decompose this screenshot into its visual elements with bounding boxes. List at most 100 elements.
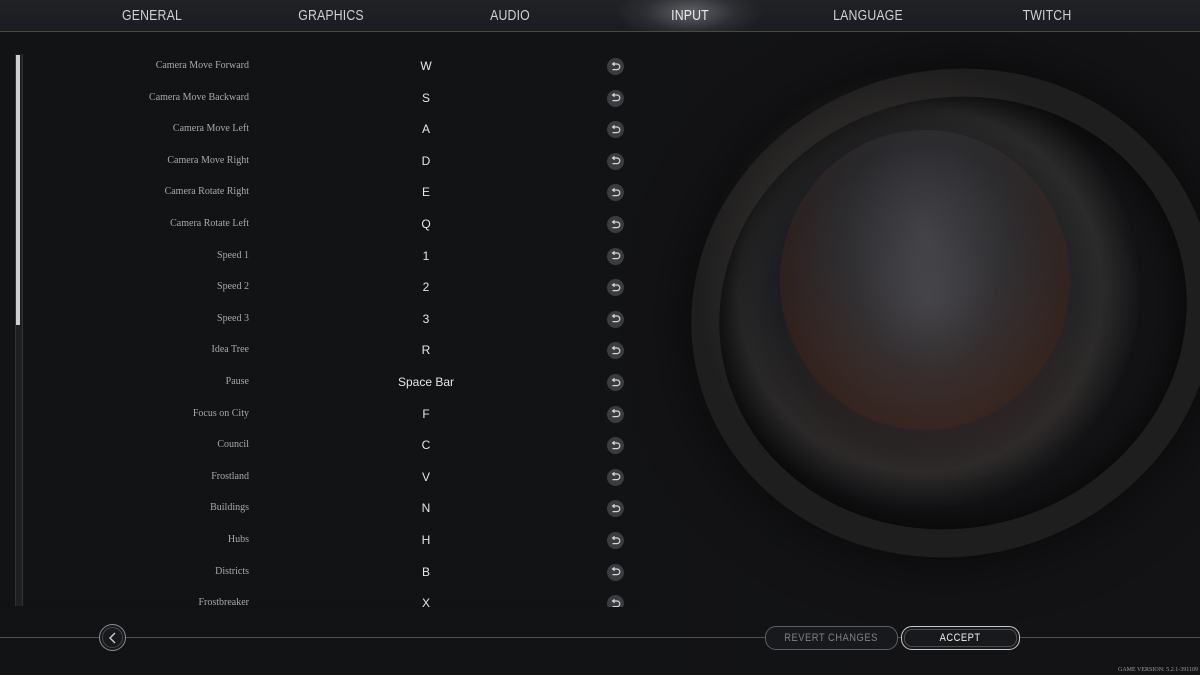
undo-arrow-icon (611, 440, 621, 449)
revert-changes-label: REVERT CHANGES (784, 632, 879, 644)
footer-divider (0, 637, 1200, 638)
keybind-action-label: Pause (225, 376, 249, 387)
keybind-row: Districts B (0, 558, 640, 590)
reset-keybind-button[interactable] (607, 89, 624, 107)
reset-keybind-button[interactable] (607, 58, 624, 75)
keybind-row: Camera Move Forward W (0, 52, 640, 84)
keybind-action-label: Camera Move Forward (155, 60, 249, 71)
reset-keybind-button[interactable] (607, 152, 624, 170)
keybind-row: Idea Tree R (0, 336, 640, 368)
keybind-action-label: Frostland (211, 470, 249, 482)
tab-audio[interactable]: AUDIO (436, 0, 584, 31)
keybind-key-button[interactable]: Q (366, 217, 486, 231)
background-portal-art (780, 130, 1070, 430)
keybind-key-button[interactable]: E (366, 185, 486, 199)
undo-arrow-icon (611, 377, 621, 386)
keybind-key-button[interactable]: N (366, 501, 486, 515)
undo-arrow-icon (611, 345, 621, 355)
keybind-row: Speed 2 2 (0, 273, 640, 305)
keybind-key-button[interactable]: S (366, 91, 486, 105)
game-version: GAME VERSION: 5.2.1-391109 (1117, 667, 1198, 673)
keybind-action-label: Idea Tree (211, 344, 250, 356)
keybind-list: Camera Move Forward W Camera Move Backward… (0, 50, 640, 608)
tab-general[interactable]: GENERAL (78, 0, 226, 31)
keybind-action-label: Speed 2 (217, 281, 249, 293)
undo-arrow-icon (611, 251, 621, 260)
undo-arrow-icon (611, 61, 621, 70)
tab-graphics[interactable]: GRAPHICS (257, 0, 405, 31)
reset-keybind-button[interactable] (607, 563, 624, 581)
keybind-action-label: Districts (215, 565, 249, 577)
reset-keybind-button[interactable] (607, 279, 624, 297)
keybind-row: Buildings N (0, 494, 640, 526)
keybind-row: Camera Rotate Right E (0, 178, 640, 210)
undo-arrow-icon (611, 124, 621, 133)
keybind-key-button[interactable]: A (366, 122, 486, 136)
reset-keybind-button[interactable] (607, 468, 624, 486)
tab-twitch[interactable]: TWITCH (973, 0, 1121, 31)
list-divider (0, 607, 640, 608)
keybind-row: Hubs H (0, 526, 640, 558)
reset-keybind-button[interactable] (607, 405, 624, 423)
back-button[interactable] (99, 624, 126, 651)
reset-keybind-button[interactable] (607, 342, 624, 360)
keybind-row: Camera Move Left A (0, 115, 640, 147)
reset-keybind-button[interactable] (607, 184, 624, 202)
keybind-row: Council C (0, 431, 640, 463)
keybind-key-button[interactable]: D (366, 154, 486, 168)
tab-language[interactable]: LANGUAGE (794, 0, 942, 31)
undo-arrow-icon (611, 535, 621, 544)
keybind-key-button[interactable]: Space Bar (366, 375, 486, 389)
keybind-action-label: Speed 3 (217, 312, 249, 324)
reset-keybind-button[interactable] (607, 532, 624, 549)
undo-arrow-icon (611, 282, 621, 291)
undo-arrow-icon (611, 314, 621, 323)
keybind-row: Camera Rotate Left Q (0, 210, 640, 242)
keybind-key-button[interactable]: W (366, 59, 486, 73)
keybind-action-label: Focus on City (192, 407, 249, 419)
keybind-row: Frostland V (0, 463, 640, 495)
keybind-key-button[interactable]: 2 (366, 280, 486, 294)
keybind-key-button[interactable]: F (366, 407, 486, 421)
undo-arrow-icon (611, 503, 621, 513)
keybind-action-label: Hubs (227, 534, 249, 545)
tab-input[interactable]: INPUT (616, 0, 764, 31)
keybind-action-label: Camera Move Left (172, 123, 249, 135)
keybind-row: Camera Move Right D (0, 147, 640, 179)
keybind-action-label: Speed 1 (217, 249, 249, 261)
keybind-row: Camera Move Backward S (0, 84, 640, 116)
accept-button[interactable]: ACCEPT (901, 626, 1020, 650)
reset-keybind-button[interactable] (607, 216, 624, 233)
reset-keybind-button[interactable] (607, 121, 624, 139)
reset-keybind-button[interactable] (607, 247, 624, 265)
undo-arrow-icon (611, 187, 621, 197)
keybind-action-label: Camera Rotate Left (170, 218, 249, 229)
keybind-key-button[interactable]: R (366, 343, 486, 357)
undo-arrow-icon (611, 567, 621, 576)
reset-keybind-button[interactable] (607, 500, 624, 518)
accept-label: ACCEPT (940, 632, 981, 644)
chevron-left-icon (108, 632, 115, 643)
keybind-key-button[interactable]: 1 (366, 249, 486, 263)
undo-arrow-icon (611, 93, 621, 102)
keybind-row: Frostbreaker X (0, 589, 640, 608)
reset-keybind-button[interactable] (607, 437, 624, 455)
keybind-action-label: Council (217, 439, 249, 451)
undo-arrow-icon (611, 472, 621, 481)
keybind-action-label: Camera Rotate Right (164, 186, 249, 198)
keybind-key-button[interactable]: C (366, 438, 486, 452)
keybind-key-button[interactable]: V (366, 470, 486, 484)
reset-keybind-button[interactable] (607, 310, 624, 328)
keybind-row: Speed 1 1 (0, 242, 640, 274)
reset-keybind-button[interactable] (607, 374, 624, 391)
settings-tab-bar: GENERAL GRAPHICS AUDIO INPUT LANGUAGE TW… (0, 0, 1200, 32)
keybind-action-label: Buildings (210, 502, 249, 514)
keybind-key-button[interactable]: B (366, 565, 486, 579)
undo-arrow-icon (611, 156, 621, 165)
keybind-action-label: Camera Move Backward (149, 91, 249, 103)
keybind-key-button[interactable]: H (366, 533, 486, 547)
keybind-row: Focus on City F (0, 400, 640, 432)
keybind-row: Speed 3 3 (0, 305, 640, 337)
keybind-key-button[interactable]: 3 (366, 312, 486, 326)
revert-changes-button[interactable]: REVERT CHANGES (765, 626, 898, 650)
